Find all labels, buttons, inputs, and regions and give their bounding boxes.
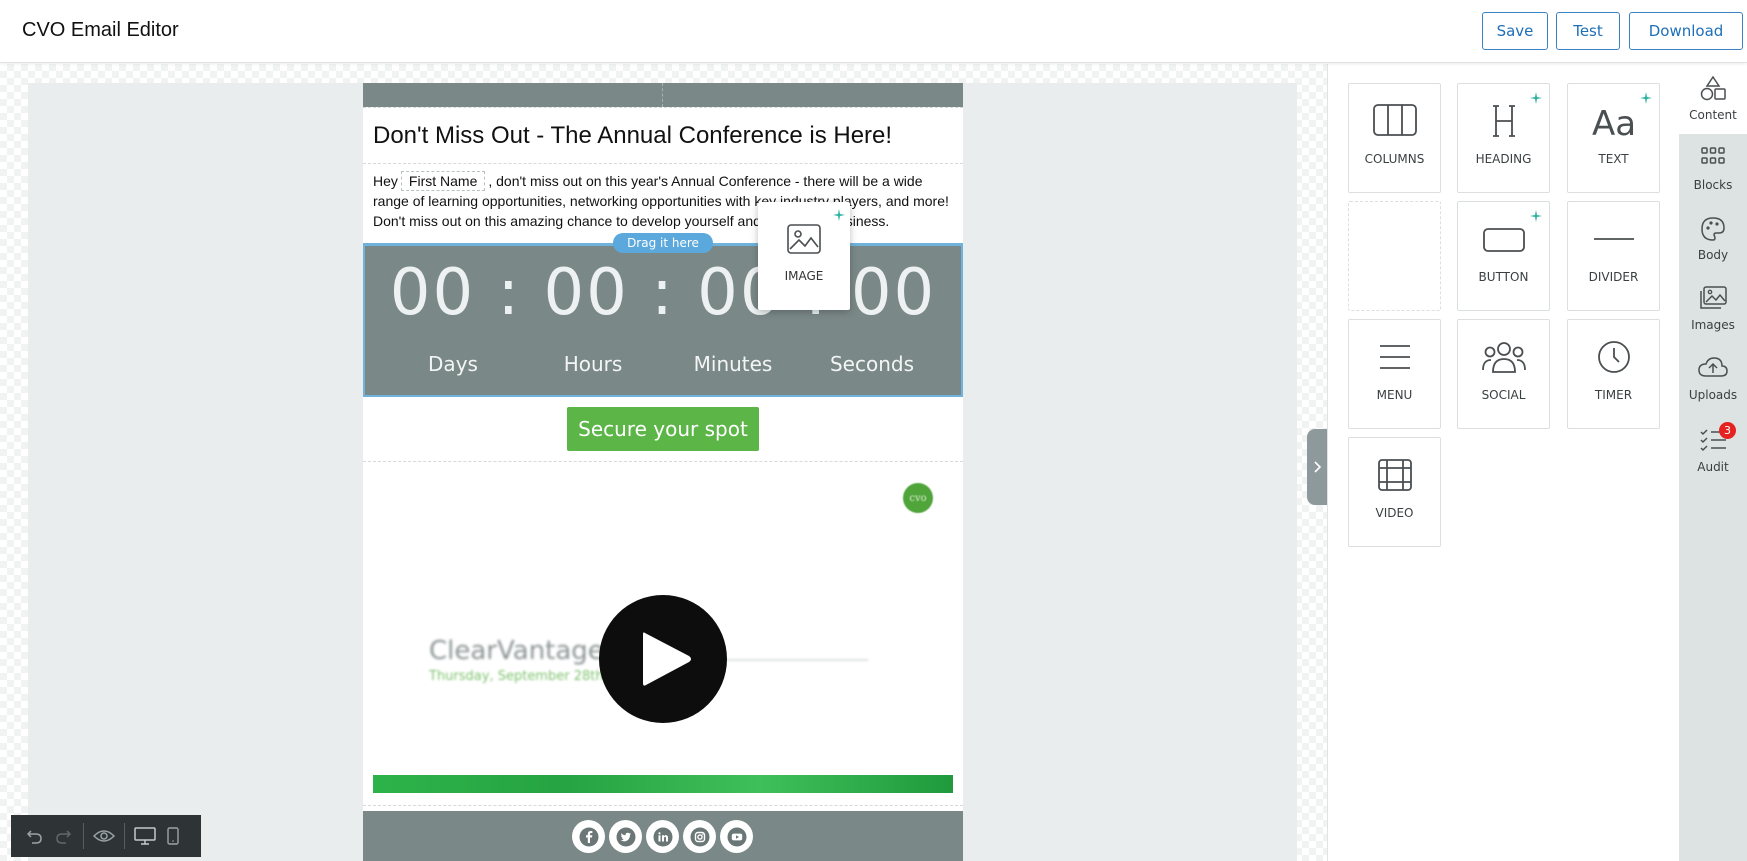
chevron-right-icon bbox=[1314, 461, 1322, 473]
desktop-view-icon[interactable] bbox=[131, 822, 159, 850]
tool-columns[interactable]: COLUMNS bbox=[1348, 83, 1441, 193]
download-button[interactable]: Download bbox=[1629, 12, 1743, 50]
tool-text[interactable]: Aa TEXT bbox=[1567, 83, 1660, 193]
tool-divider[interactable]: DIVIDER bbox=[1567, 201, 1660, 311]
video-logo-badge: cvo bbox=[903, 483, 933, 513]
timer-label-hours: Hours bbox=[563, 352, 623, 376]
tool-label: COLUMNS bbox=[1364, 152, 1425, 166]
tab-label: Content bbox=[1689, 108, 1737, 122]
divider-icon bbox=[1568, 222, 1659, 256]
ai-sparkle-icon bbox=[1530, 210, 1542, 222]
countdown-timer[interactable]: 00 : 00 : 00 : 00 Days Hours Minutes Sec… bbox=[363, 243, 963, 397]
app-title: CVO Email Editor bbox=[22, 19, 179, 41]
tool-label: VIDEO bbox=[1375, 506, 1414, 520]
ai-sparkle-icon bbox=[1640, 92, 1652, 104]
timer-label-seconds: Seconds bbox=[829, 352, 915, 376]
tab-label: Images bbox=[1691, 318, 1735, 332]
tab-audit[interactable]: 3 Audit bbox=[1679, 416, 1747, 486]
video-icon bbox=[1349, 458, 1440, 492]
tool-label: TIMER bbox=[1594, 388, 1633, 402]
tab-body[interactable]: Body bbox=[1679, 204, 1747, 274]
youtube-icon[interactable] bbox=[720, 820, 753, 853]
tab-content[interactable]: Content bbox=[1679, 64, 1747, 134]
redo-icon[interactable] bbox=[49, 822, 77, 850]
twitter-icon[interactable] bbox=[609, 820, 642, 853]
merge-tag-first-name[interactable]: First Name bbox=[400, 171, 486, 191]
email-preview[interactable]: Don't Miss Out - The Annual Conference i… bbox=[363, 83, 963, 861]
tool-heading[interactable]: HEADING bbox=[1457, 83, 1550, 193]
social-icons bbox=[572, 820, 753, 853]
canvas-toolbar bbox=[11, 815, 201, 857]
instagram-icon[interactable] bbox=[683, 820, 716, 853]
ai-sparkle-icon bbox=[833, 209, 845, 221]
video-thumbnail-subtitle: Thursday, September 28th @ bbox=[429, 669, 621, 684]
timer-label-minutes: Minutes bbox=[693, 352, 773, 376]
tool-social[interactable]: SOCIAL bbox=[1457, 319, 1550, 429]
tab-label: Audit bbox=[1697, 460, 1729, 474]
linkedin-icon[interactable] bbox=[646, 820, 679, 853]
text-icon: Aa bbox=[1568, 104, 1659, 138]
video-block[interactable]: cvo ClearVantage W Thursday, September 2… bbox=[373, 465, 953, 800]
images-icon bbox=[1679, 286, 1747, 310]
timer-digits: 00 : 00 : 00 : 00 bbox=[389, 256, 937, 330]
timer-label-days: Days bbox=[428, 352, 478, 376]
drop-target-hint: Drag it here bbox=[613, 233, 713, 253]
tool-menu[interactable]: MENU bbox=[1348, 319, 1441, 429]
image-icon bbox=[758, 224, 850, 254]
tool-timer[interactable]: TIMER bbox=[1567, 319, 1660, 429]
video-green-bar bbox=[373, 775, 953, 793]
collapse-panel-handle[interactable] bbox=[1307, 429, 1327, 505]
timer-icon bbox=[1568, 340, 1659, 374]
columns-icon bbox=[1349, 104, 1440, 136]
tab-label: Uploads bbox=[1688, 388, 1738, 402]
blocks-icon bbox=[1679, 146, 1747, 168]
tool-button[interactable]: BUTTON bbox=[1457, 201, 1550, 311]
email-header-row[interactable] bbox=[363, 83, 963, 107]
tab-label: Blocks bbox=[1693, 178, 1733, 192]
tab-label: Body bbox=[1697, 248, 1729, 262]
secure-spot-button[interactable]: Secure your spot bbox=[567, 407, 759, 451]
tool-label: TEXT bbox=[1598, 152, 1629, 166]
email-body-text[interactable]: Hey First Name, don't miss out on this ye… bbox=[373, 171, 953, 231]
tool-video[interactable]: VIDEO bbox=[1348, 437, 1441, 547]
tab-blocks[interactable]: Blocks bbox=[1679, 134, 1747, 204]
email-footer[interactable] bbox=[363, 811, 963, 861]
tool-label: MENU bbox=[1376, 388, 1413, 402]
palette-icon bbox=[1679, 216, 1747, 242]
audit-count-badge: 3 bbox=[1719, 422, 1736, 439]
tool-label: DIVIDER bbox=[1588, 270, 1639, 284]
tool-slot-empty bbox=[1348, 201, 1441, 311]
side-tabs: Content Blocks Body Images Uploads 3 Aud… bbox=[1679, 64, 1747, 861]
preview-eye-icon[interactable] bbox=[90, 822, 118, 850]
shapes-icon bbox=[1679, 76, 1747, 102]
tool-label: BUTTON bbox=[1478, 270, 1529, 284]
save-button[interactable]: Save bbox=[1482, 12, 1548, 50]
content-tools-panel: COLUMNS HEADING Aa TEXT BUTTON DIVIDER M… bbox=[1327, 64, 1679, 861]
svg-text:Aa: Aa bbox=[1592, 104, 1636, 138]
tab-images[interactable]: Images bbox=[1679, 274, 1747, 344]
upload-cloud-icon bbox=[1679, 356, 1747, 380]
email-heading[interactable]: Don't Miss Out - The Annual Conference i… bbox=[373, 122, 892, 150]
mobile-view-icon[interactable] bbox=[159, 822, 187, 850]
social-icon bbox=[1458, 340, 1549, 374]
play-icon[interactable] bbox=[599, 595, 727, 723]
dragging-image-tool[interactable]: IMAGE bbox=[758, 202, 850, 310]
top-bar: CVO Email Editor Save Test Download bbox=[0, 0, 1747, 63]
facebook-icon[interactable] bbox=[572, 820, 605, 853]
text-greeting: Hey bbox=[373, 173, 398, 189]
button-icon bbox=[1458, 222, 1549, 256]
ai-sparkle-icon bbox=[1530, 92, 1542, 104]
menu-icon bbox=[1349, 340, 1440, 374]
checklist-icon bbox=[1679, 428, 1747, 452]
tab-uploads[interactable]: Uploads bbox=[1679, 344, 1747, 414]
test-button[interactable]: Test bbox=[1556, 12, 1620, 50]
heading-icon bbox=[1458, 104, 1549, 138]
dragging-tool-label: IMAGE bbox=[784, 269, 824, 283]
cta-row: Secure your spot bbox=[363, 399, 963, 461]
undo-icon[interactable] bbox=[21, 822, 49, 850]
tool-label: SOCIAL bbox=[1481, 388, 1526, 402]
tool-label: HEADING bbox=[1475, 152, 1532, 166]
